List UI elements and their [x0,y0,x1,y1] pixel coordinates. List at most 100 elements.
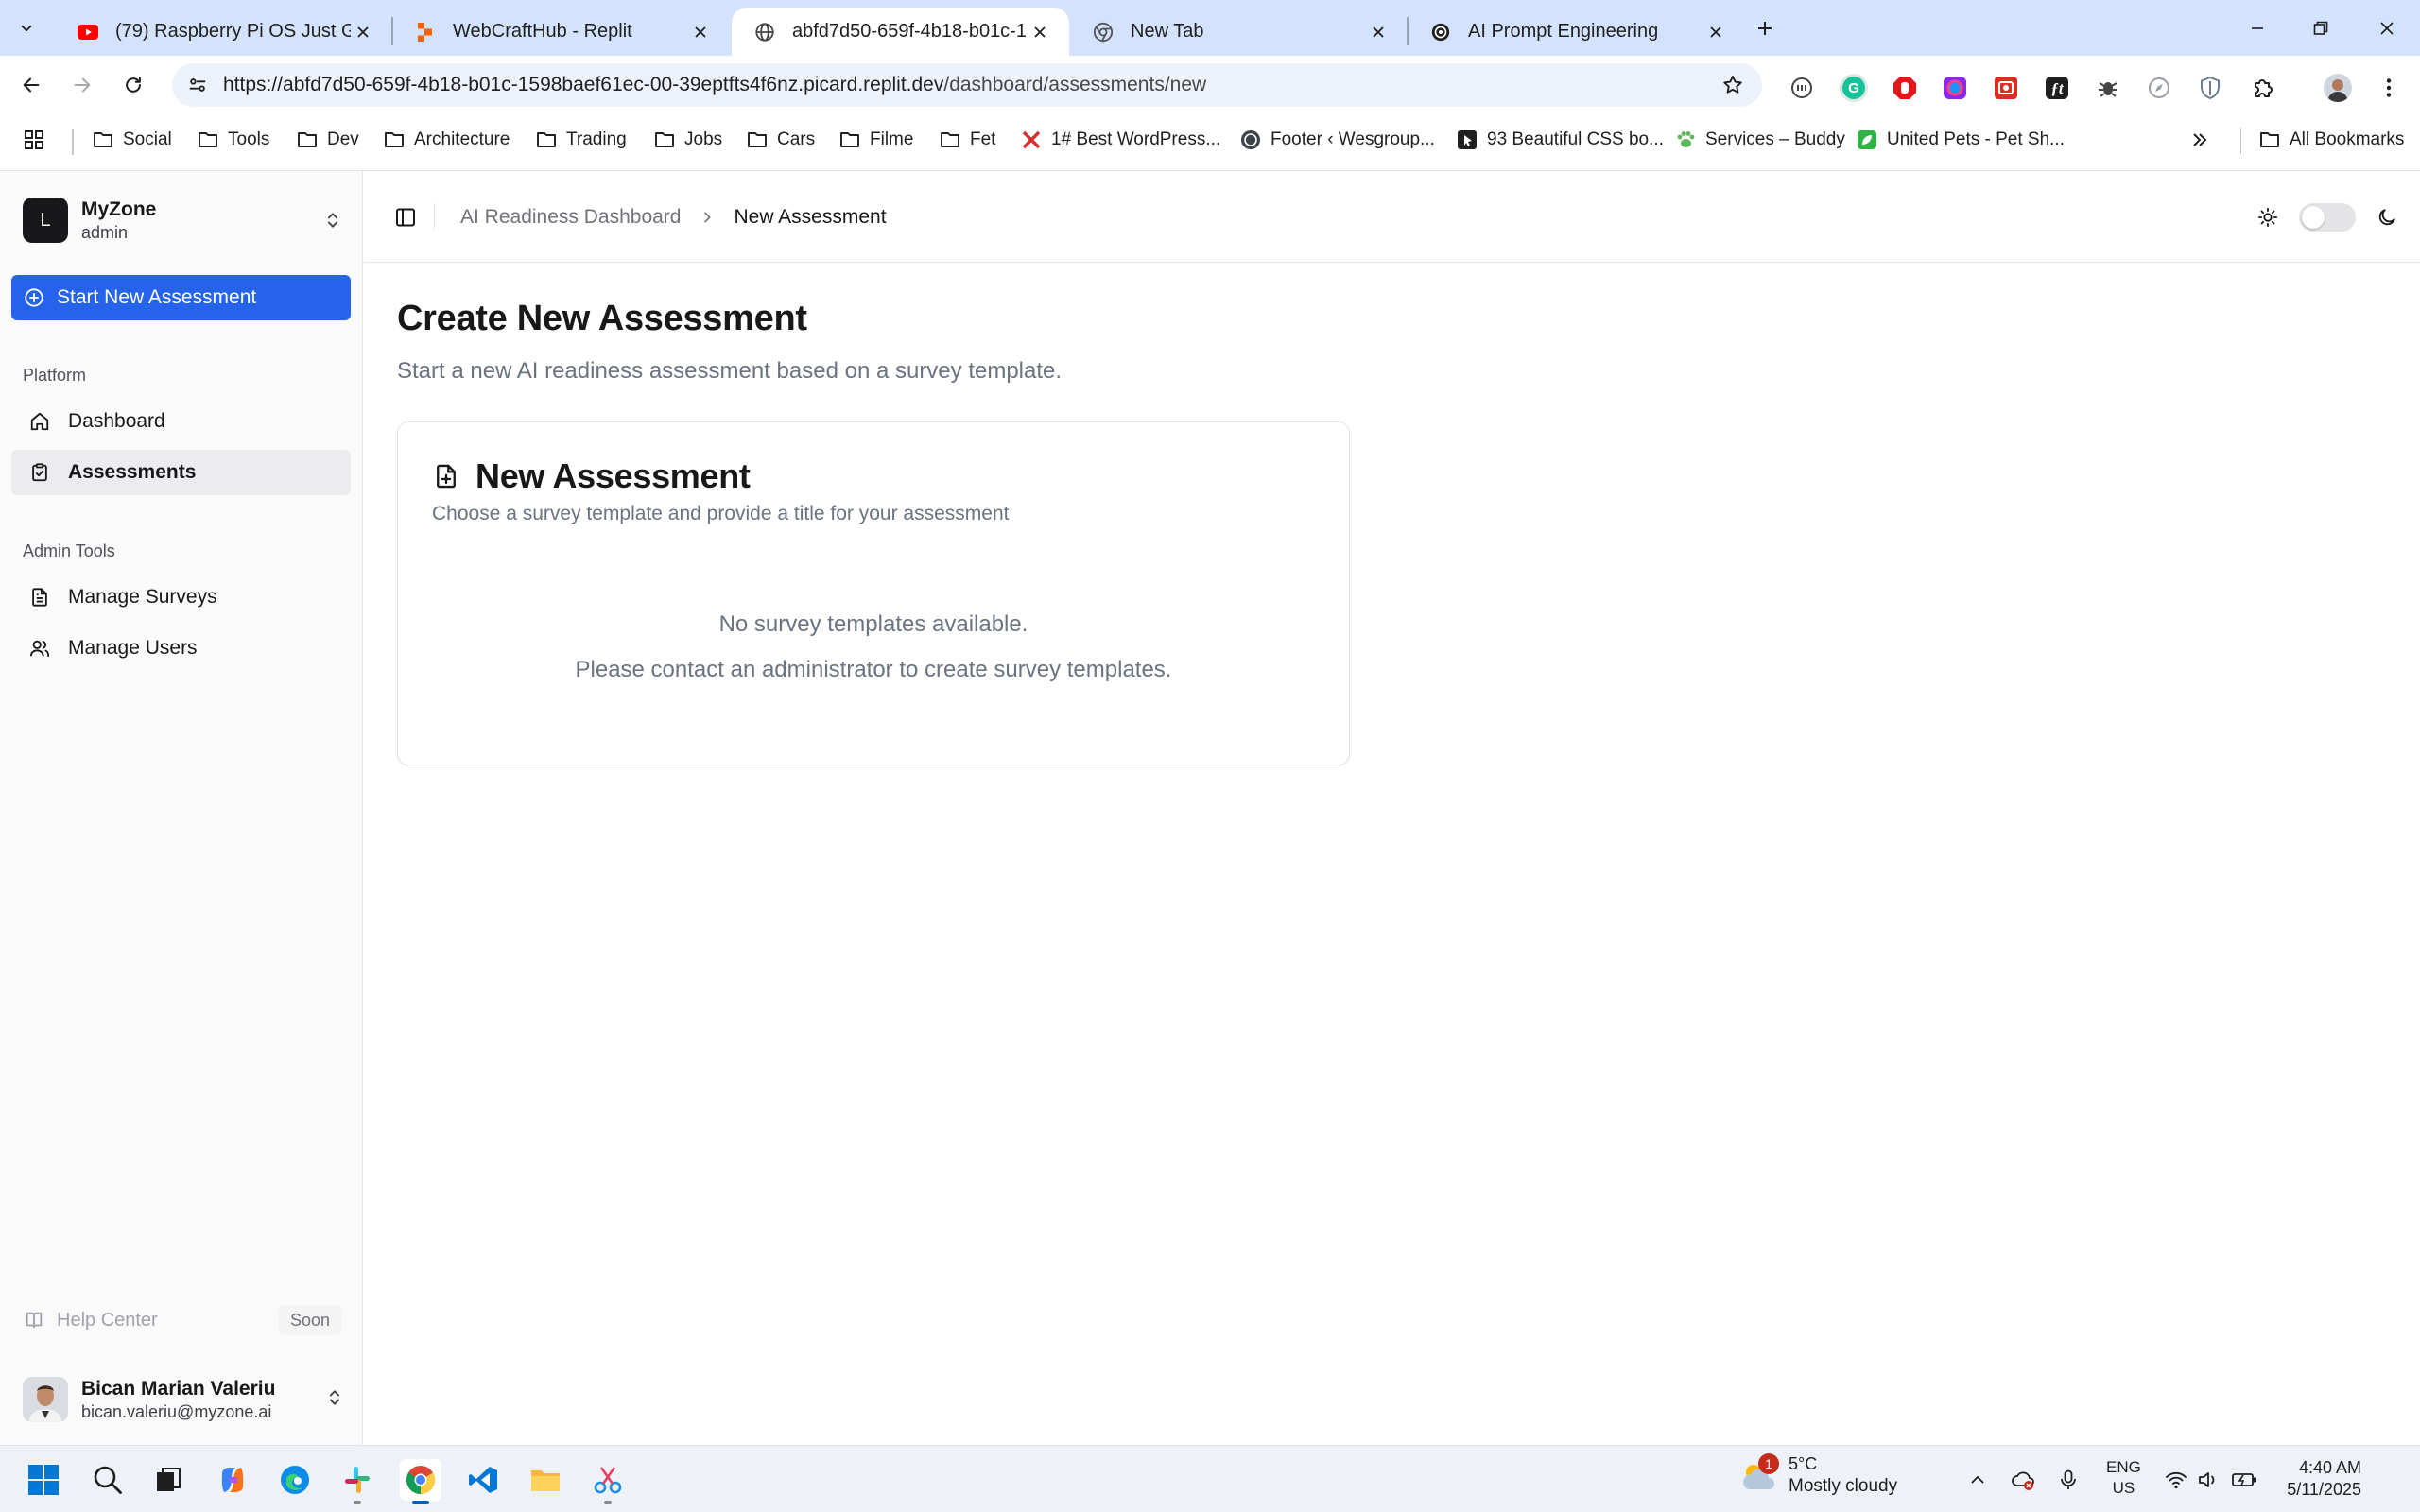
chevrons-up-down-icon [321,209,344,232]
bookmark-link[interactable]: 1# Best WordPress... [1021,124,1220,156]
browser-tab[interactable]: WebCraftHub - Replit [392,8,730,56]
bookmark-label: Services – Buddy [1705,129,1845,149]
empty-state-title: No survey templates available. [718,611,1028,637]
windows-start-icon[interactable] [23,1459,64,1501]
grammarly-icon[interactable]: G [1840,74,1868,102]
back-arrow-icon[interactable] [15,69,47,101]
close-window-icon[interactable] [2368,9,2406,47]
slack-icon[interactable] [337,1459,378,1504]
show-hidden-icons-chevron-icon[interactable] [1964,1467,1991,1493]
bookmark-folder[interactable]: Fet [940,124,995,156]
more-bookmarks-chevron-icon[interactable] [2189,124,2210,156]
browser-tab[interactable]: AI Prompt Engineering [1408,8,1745,56]
bookmark-label: United Pets - Pet Sh... [1887,129,2065,149]
close-tab-icon[interactable] [1703,20,1728,44]
shield-extension-icon[interactable] [2196,74,2224,102]
file-explorer-icon[interactable] [525,1459,566,1501]
bookmark-folder[interactable]: Filme [839,124,913,156]
onedrive-icon[interactable] [2010,1467,2036,1493]
browser-tab-active[interactable]: abfd7d50-659f-4b18-b01c-159 [732,8,1069,56]
fontface-extension-icon[interactable]: ƒt [2043,74,2071,102]
sidebar-item-label: Manage Surveys [68,586,217,608]
cloudy-weather-icon: 1 [1737,1452,1779,1497]
bookmark-link[interactable]: Footer ‹ Wesgroup... [1240,124,1435,156]
start-new-assessment-button[interactable]: Start New Assessment [11,275,351,320]
sidebar-item-manage-users[interactable]: Manage Users [11,626,351,671]
chrome-taskbar-icon[interactable] [400,1459,441,1504]
openai-icon [1430,22,1451,43]
tab-title: abfd7d50-659f-4b18-b01c-159 [792,21,1028,42]
tab-title: AI Prompt Engineering [1468,21,1659,42]
apps-grid-icon[interactable] [23,124,45,156]
folder-icon [384,129,405,150]
clipboard-check-icon [28,461,51,484]
close-tab-icon[interactable] [351,20,375,44]
sidebar-item-manage-surveys[interactable]: Manage Surveys [11,575,351,620]
bookmarks-divider [2240,128,2241,154]
microphone-icon[interactable] [2055,1467,2082,1493]
system-clock[interactable]: 4:40 AM 5/11/2025 [2278,1457,2361,1501]
bookmark-link[interactable]: Services – Buddy [1675,124,1845,156]
site-settings-icon[interactable] [182,69,214,101]
wordpress-icon [1240,129,1261,150]
minimize-window-icon[interactable] [2238,9,2276,47]
user-name: Bican Marian Valeriu [81,1377,276,1400]
bookmark-folder[interactable]: Jobs [654,124,722,156]
wifi-icon[interactable] [2163,1467,2189,1493]
close-tab-icon[interactable] [1028,20,1052,44]
file-plus-icon [432,462,460,490]
file-text-icon [28,586,51,609]
color-picker-extension-icon[interactable] [1941,74,1969,102]
sidebar-item-dashboard[interactable]: Dashboard [11,399,351,444]
bookmark-folder[interactable]: Architecture [384,124,510,156]
bookmark-folder[interactable]: Tools [198,124,269,156]
bookmark-folder[interactable]: Social [93,124,172,156]
bookmarks-bar: Social Tools Dev Architecture Trading Jo… [0,112,2420,171]
sidebar-item-label: Manage Users [68,637,198,659]
sidebar-item-label: Assessments [68,461,197,483]
browser-tab[interactable]: New Tab [1070,8,1408,56]
team-switcher[interactable]: L MyZone admin [23,196,344,245]
screenshot-extension-icon[interactable] [1992,74,2020,102]
bookmark-link[interactable]: 93 Beautiful CSS bo... [1457,124,1664,156]
edge-browser-icon[interactable] [274,1459,316,1501]
reload-icon[interactable] [117,69,149,101]
language-indicator[interactable]: ENG US [2106,1457,2141,1499]
address-bar[interactable]: https://abfd7d50-659f-4b18-b01c-1598baef… [172,63,1762,107]
close-tab-icon[interactable] [688,20,713,44]
task-view-icon[interactable] [147,1459,189,1501]
bookmark-folder[interactable]: Dev [297,124,359,156]
bookmark-folder[interactable]: Trading [536,124,627,156]
bug-extension-icon[interactable] [2094,74,2122,102]
extensions-puzzle-icon[interactable] [2249,74,2277,102]
bookmark-folder[interactable]: Cars [747,124,815,156]
volume-icon[interactable] [2195,1467,2221,1493]
url-text: https://abfd7d50-659f-4b18-b01c-1598baef… [223,74,1206,96]
forward-arrow-icon[interactable] [66,69,98,101]
new-tab-plus-icon[interactable] [1750,13,1780,43]
restore-window-icon[interactable] [2302,9,2340,47]
vscode-icon[interactable] [462,1459,504,1501]
bookmark-link[interactable]: United Pets - Pet Sh... [1857,124,2065,156]
all-bookmarks-folder[interactable]: All Bookmarks [2259,124,2404,156]
user-menu[interactable]: Bican Marian Valeriu bican.valeriu@myzon… [23,1373,344,1426]
card-header: New Assessment [432,456,751,496]
copilot-icon[interactable] [212,1459,253,1501]
battery-icon[interactable] [2231,1467,2257,1493]
chrome-menu-icon[interactable] [2375,74,2403,102]
close-tab-icon[interactable] [1366,20,1391,44]
adblock-icon[interactable] [1891,74,1919,102]
dark-mode-switch[interactable] [2299,203,2356,232]
compass-extension-icon[interactable] [2145,74,2173,102]
bookmark-star-icon[interactable] [1719,71,1747,99]
sidebar-toggle-icon[interactable] [393,205,418,230]
profile-avatar-icon[interactable] [2324,74,2352,102]
snipping-tool-icon[interactable] [587,1459,629,1504]
weather-widget[interactable]: 1 5°C Mostly cloudy [1737,1452,1897,1497]
tab-search-chevron-icon[interactable] [11,13,42,43]
sidebar-item-assessments[interactable]: Assessments [11,450,351,495]
search-icon[interactable] [87,1459,129,1501]
extension-reader-icon[interactable] [1788,74,1816,102]
browser-tab[interactable]: (79) Raspberry Pi OS Just Got a [55,8,392,56]
breadcrumb-link-dashboard[interactable]: AI Readiness Dashboard [460,206,681,229]
